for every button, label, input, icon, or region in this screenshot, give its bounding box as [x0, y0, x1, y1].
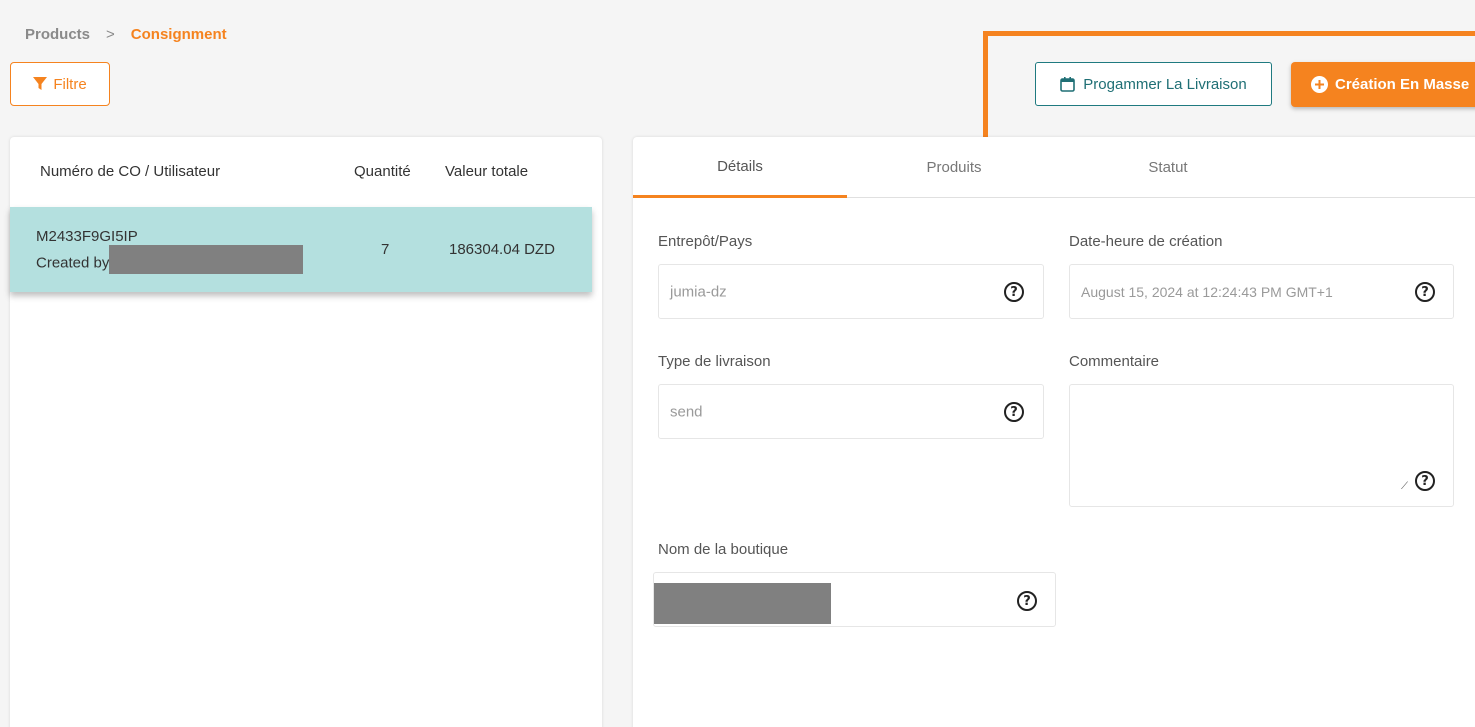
- list-header: Numéro de CO / Utilisateur Quantité Vale…: [10, 137, 602, 207]
- redacted-username: [109, 245, 304, 274]
- schedule-delivery-label: Progammer La Livraison: [1083, 75, 1247, 93]
- breadcrumb-products[interactable]: Products: [25, 26, 90, 43]
- details-tabs: Détails Produits Statut: [633, 137, 1475, 198]
- details-panel: Détails Produits Statut Entrepôt/Pays ju…: [633, 137, 1475, 727]
- help-icon[interactable]: ?: [1415, 471, 1435, 491]
- row-created-by-prefix: Created by: [36, 254, 110, 272]
- breadcrumb-current: Consignment: [130, 26, 227, 43]
- delivery-type-field[interactable]: send ?: [658, 384, 1044, 439]
- consignment-list-panel: Numéro de CO / Utilisateur Quantité Vale…: [10, 137, 602, 727]
- filter-button[interactable]: Filtre: [10, 62, 110, 106]
- filter-button-label: Filtre: [53, 75, 87, 93]
- calendar-icon: [1060, 76, 1076, 92]
- breadcrumb: Products > Consignment: [25, 26, 227, 43]
- redacted-shop-name: [654, 583, 831, 624]
- delivery-type-value: send: [670, 403, 703, 420]
- breadcrumb-separator: >: [106, 26, 115, 43]
- created-datetime-value: August 15, 2024 at 12:24:43 PM GMT+1: [1081, 283, 1333, 300]
- mass-create-label: Création En Masse: [1335, 76, 1470, 93]
- help-icon[interactable]: ?: [1004, 402, 1024, 422]
- filter-icon: [33, 77, 48, 90]
- warehouse-label: Entrepôt/Pays: [658, 233, 753, 250]
- shop-name-label: Nom de la boutique: [658, 541, 789, 558]
- help-icon[interactable]: ?: [1017, 591, 1037, 611]
- help-icon[interactable]: ?: [1004, 282, 1024, 302]
- warehouse-value: jumia-dz: [670, 283, 727, 300]
- tab-details[interactable]: Détails: [633, 137, 847, 198]
- tab-products[interactable]: Produits: [847, 137, 1061, 198]
- column-header-total: Valeur totale: [445, 163, 529, 180]
- comment-label: Commentaire: [1069, 353, 1160, 370]
- table-row[interactable]: M2433F9GI5IP Created by 7 186304.04 DZD: [10, 207, 592, 292]
- resize-handle-icon[interactable]: ⟋: [1401, 481, 1408, 492]
- row-co-number: M2433F9GI5IP: [36, 228, 138, 245]
- help-icon[interactable]: ?: [1415, 282, 1435, 302]
- delivery-type-label: Type de livraison: [658, 353, 771, 370]
- plus-circle-icon: [1311, 76, 1328, 93]
- mass-create-button[interactable]: Création En Masse: [1291, 62, 1475, 107]
- row-quantity: 7: [381, 241, 390, 258]
- shop-name-field[interactable]: ?: [653, 572, 1056, 627]
- column-header-co-user: Numéro de CO / Utilisateur: [40, 163, 221, 180]
- created-datetime-label: Date-heure de création: [1069, 233, 1223, 250]
- created-datetime-field[interactable]: August 15, 2024 at 12:24:43 PM GMT+1 ?: [1069, 264, 1454, 319]
- column-header-quantity: Quantité: [354, 163, 411, 180]
- schedule-delivery-button[interactable]: Progammer La Livraison: [1035, 62, 1272, 106]
- tab-status[interactable]: Statut: [1061, 137, 1275, 198]
- warehouse-field[interactable]: jumia-dz ?: [658, 264, 1044, 319]
- comment-textarea[interactable]: ⟋ ?: [1069, 384, 1454, 507]
- row-total-value: 186304.04 DZD: [449, 241, 555, 258]
- row-created-by: Created by: [36, 245, 304, 274]
